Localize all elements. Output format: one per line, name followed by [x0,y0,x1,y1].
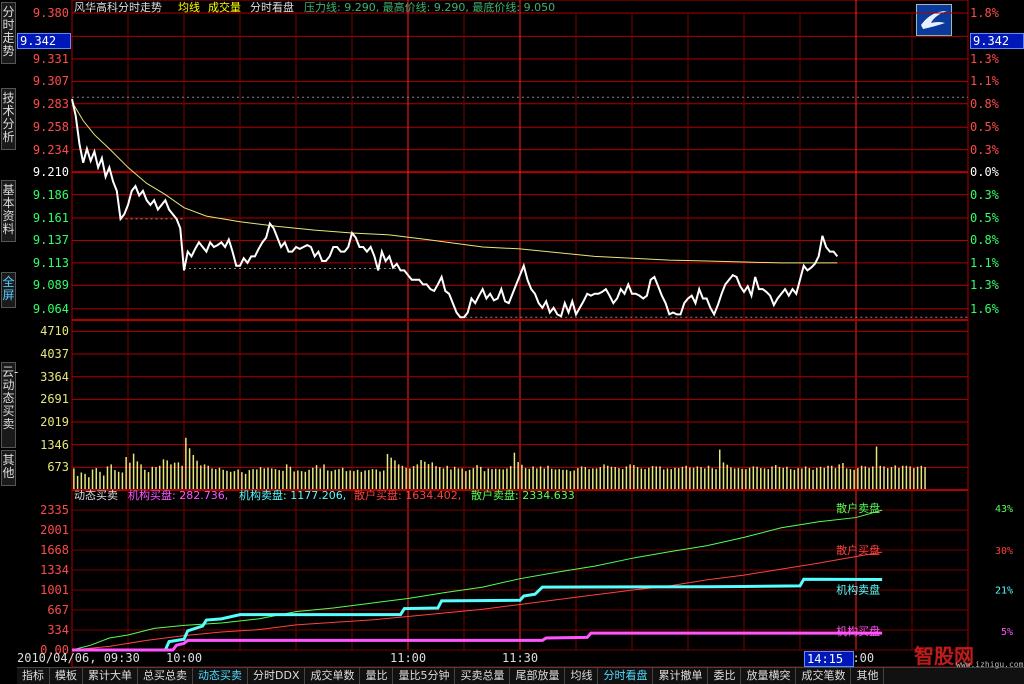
bottom-tab-12[interactable]: 分时看盘 [598,668,654,684]
series-pct: 5% [1001,627,1013,638]
dynamic-panel-title: 动态买卖 [74,489,118,502]
series-机构买盘 [72,631,883,652]
legend-entry: 机构卖盘: 1177.206, [239,489,347,502]
bottom-tab-14[interactable]: 委比 [708,668,742,684]
series-label: 机构卖盘 [836,582,880,596]
series-price-line [71,98,839,319]
series-avg-line [71,101,838,264]
series-label: 散户卖盘 [836,501,880,515]
bottom-tab-bar: 指标 模板 累计大单 总买总卖 动态买卖 分时DDX 成交单数 量比 量比5分钟 买卖总量 尾部放量… [17,667,1024,684]
bottom-tab-0[interactable]: 指标 [17,668,50,684]
bottom-tab-17[interactable]: 其他 [851,668,885,684]
bottom-tab-2[interactable]: 累计大单 [83,668,138,684]
series-pct: 43% [995,504,1013,515]
bottom-tab-1[interactable]: 模板 [50,668,83,684]
bottom-tab-7[interactable]: 量比 [360,668,394,684]
series-pct: 30% [995,546,1013,557]
bottom-tab-16[interactable]: 成交笔数 [796,668,852,684]
legend-entry: 机构买盘: 282.736, [128,489,229,502]
bottom-tab-9[interactable]: 买卖总量 [455,668,511,684]
bottom-tab-10[interactable]: 尾部放量 [510,668,566,684]
x-tick-label: 11:00 [390,651,427,665]
series-pct: 21% [995,585,1013,596]
series-label: 散户买盘 [836,543,880,557]
bottom-tab-4[interactable]: 动态买卖 [193,668,248,684]
bottom-tab-15[interactable]: 放量横突 [741,668,797,684]
watermark-url: www.izhigu.com [956,660,1024,669]
bottom-tab-3[interactable]: 总买总卖 [138,668,193,684]
x-tick-label: 10:00 [166,651,203,665]
x-tick-label: 11:30 [502,651,539,665]
bottom-tab-13[interactable]: 累计撤单 [653,668,709,684]
intraday-chart[interactable]: 散户卖盘 43% 散户买盘 30% 机构卖盘 21% 机构买盘 5% [0,0,1024,683]
bottom-tab-8[interactable]: 量比5分钟 [393,668,456,684]
series-label: 机构买盘 [836,624,880,638]
bottom-tab-6[interactable]: 成交单数 [305,668,361,684]
bottom-tab-11[interactable]: 均线 [565,668,599,684]
cursor-time-tag: 14:15 [804,651,854,667]
legend-entry: 散户买盘: 1634.402, [354,489,462,502]
x-tick-label: 2010/04/06, 09:30 [17,651,140,665]
bottom-tab-5[interactable]: 分时DDX [248,668,306,684]
legend-entry: 散户卖盘: 2334.633 [471,489,575,502]
